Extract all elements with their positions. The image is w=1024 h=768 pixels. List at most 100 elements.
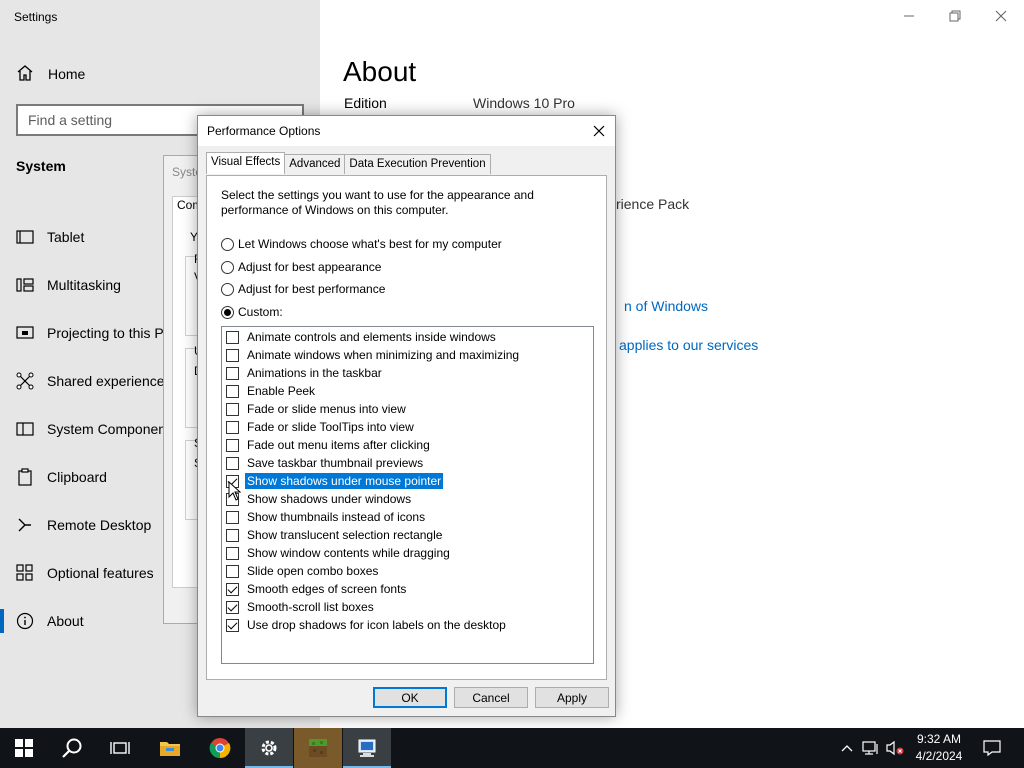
cancel-button[interactable]: Cancel (454, 687, 528, 708)
dialog-titlebar[interactable]: Performance Options (198, 116, 615, 146)
system-properties-button[interactable] (343, 728, 391, 768)
sidebar-item-tablet[interactable]: Tablet (16, 225, 84, 249)
option-label: Show shadows under windows (247, 492, 412, 506)
radio-button[interactable] (221, 305, 234, 319)
sidebar-item-label: Tablet (47, 229, 85, 245)
search-button[interactable] (48, 728, 96, 768)
sidebar-item-multitasking[interactable]: Multitasking (16, 273, 121, 297)
visual-effect-option[interactable]: Animate windows when minimizing and maxi… (226, 346, 521, 364)
minimize-button[interactable] (899, 6, 919, 26)
tab-advanced[interactable]: Advanced (284, 154, 346, 174)
apply-button[interactable]: Apply (535, 687, 609, 708)
volume-button[interactable] (885, 738, 905, 758)
radio-best-appearance[interactable]: Adjust for best appearance (221, 260, 381, 274)
visual-effect-option[interactable]: Show translucent selection rectangle (226, 526, 444, 544)
radio-label: Custom: (238, 305, 283, 319)
sidebar-item-clipboard[interactable]: Clipboard (16, 465, 107, 489)
radio-button[interactable] (221, 260, 234, 274)
checkbox[interactable] (226, 330, 239, 344)
close-button[interactable] (991, 6, 1011, 26)
option-label: Show window contents while dragging (247, 546, 450, 560)
tab-data-execution-prevention[interactable]: Data Execution Prevention (344, 154, 491, 174)
nav-home[interactable]: Home (16, 64, 85, 84)
visual-effect-option[interactable]: Use drop shadows for icon labels on the … (226, 616, 508, 634)
checkbox[interactable] (226, 456, 239, 470)
checkbox[interactable] (226, 582, 239, 596)
file-explorer-button[interactable] (146, 728, 194, 768)
dialog-tabs: Visual Effects Advanced Data Execution P… (206, 152, 491, 174)
checkbox[interactable] (226, 510, 239, 524)
visual-effect-option[interactable]: Save taskbar thumbnail previews (226, 454, 425, 472)
clock[interactable]: 9:32 AM 4/2/2024 (906, 731, 972, 765)
visual-effect-option[interactable]: Slide open combo boxes (226, 562, 380, 580)
visual-effect-option[interactable]: Fade or slide ToolTips into view (226, 418, 416, 436)
checkbox[interactable] (226, 438, 239, 452)
checkbox[interactable] (226, 600, 239, 614)
checkbox[interactable] (226, 618, 239, 632)
settings-button[interactable] (245, 728, 293, 768)
checkbox[interactable] (226, 420, 239, 434)
tablet-icon (16, 228, 34, 246)
description-text: Select the settings you want to use for … (221, 188, 534, 217)
visual-effect-option[interactable]: Show thumbnails instead of icons (226, 508, 427, 526)
visual-effect-option[interactable]: Show shadows under windows (226, 490, 413, 508)
task-view-button[interactable] (96, 728, 144, 768)
visual-effect-option[interactable]: Fade out menu items after clicking (226, 436, 432, 454)
sidebar-item-label: Multitasking (47, 277, 121, 293)
visual-effect-option[interactable]: Show window contents while dragging (226, 544, 452, 562)
tab-visual-effects[interactable]: Visual Effects (206, 152, 286, 174)
sidebar-item-optional-features[interactable]: Optional features (16, 561, 154, 585)
sidebar-item-about[interactable]: About (16, 609, 84, 633)
search-icon (62, 738, 82, 758)
ok-button[interactable]: OK (373, 687, 447, 708)
selected-indicator (0, 609, 4, 633)
experience-pack-text: rience Pack (616, 196, 690, 212)
dialog-close-button[interactable] (589, 121, 609, 141)
network-button[interactable] (861, 738, 881, 758)
clipboard-icon (16, 468, 34, 486)
restore-button[interactable] (945, 6, 965, 26)
radio-custom[interactable]: Custom: (221, 305, 283, 319)
show-hidden-icons-button[interactable] (837, 738, 857, 758)
visual-effect-option[interactable]: Enable Peek (226, 382, 317, 400)
sidebar-item-label: About (47, 613, 84, 629)
visual-effect-option[interactable]: Fade or slide menus into view (226, 400, 408, 418)
visual-effect-option[interactable]: Smooth-scroll list boxes (226, 598, 376, 616)
sidebar-item-system-components[interactable]: System Componen (16, 417, 166, 441)
sidebar-item-projecting[interactable]: Projecting to this P (16, 321, 164, 345)
radio-button[interactable] (221, 282, 234, 296)
visual-effect-option[interactable]: Animations in the taskbar (226, 364, 384, 382)
option-label: Fade out menu items after clicking (247, 438, 430, 452)
radio-best-performance[interactable]: Adjust for best performance (221, 282, 385, 296)
notifications-button[interactable] (982, 738, 1002, 758)
radio-label: Let Windows choose what's best for my co… (238, 237, 502, 251)
visual-effects-list[interactable]: Animate controls and elements inside win… (221, 326, 594, 664)
visual-effect-option[interactable]: Show shadows under mouse pointer (226, 472, 445, 490)
minecraft-icon (309, 739, 327, 757)
checkbox[interactable] (226, 402, 239, 416)
checkbox[interactable] (226, 348, 239, 362)
checkbox[interactable] (226, 384, 239, 398)
sidebar-item-remote-desktop[interactable]: Remote Desktop (16, 513, 151, 537)
checkbox[interactable] (226, 564, 239, 578)
visual-effect-option[interactable]: Smooth edges of screen fonts (226, 580, 408, 598)
checkbox[interactable] (226, 546, 239, 560)
sidebar-item-shared-experiences[interactable]: Shared experiences (16, 369, 172, 393)
about-icon (16, 612, 34, 630)
option-label: Use drop shadows for icon labels on the … (247, 618, 506, 632)
minecraft-button[interactable] (294, 728, 342, 768)
sidebar-item-label: Remote Desktop (47, 517, 152, 533)
services-link[interactable]: applies to our services (619, 337, 758, 353)
radio-let-windows-choose[interactable]: Let Windows choose what's best for my co… (221, 237, 502, 251)
chrome-button[interactable] (196, 728, 244, 768)
windows-link[interactable]: n of Windows (624, 298, 708, 314)
nav-home-label: Home (48, 66, 86, 82)
system-components-icon (16, 420, 34, 438)
option-label: Fade or slide menus into view (247, 402, 406, 416)
checkbox[interactable] (226, 528, 239, 542)
start-button[interactable] (0, 728, 48, 768)
radio-button[interactable] (221, 237, 234, 251)
page-title: About (343, 56, 417, 87)
visual-effect-option[interactable]: Animate controls and elements inside win… (226, 328, 498, 346)
checkbox[interactable] (226, 366, 239, 380)
